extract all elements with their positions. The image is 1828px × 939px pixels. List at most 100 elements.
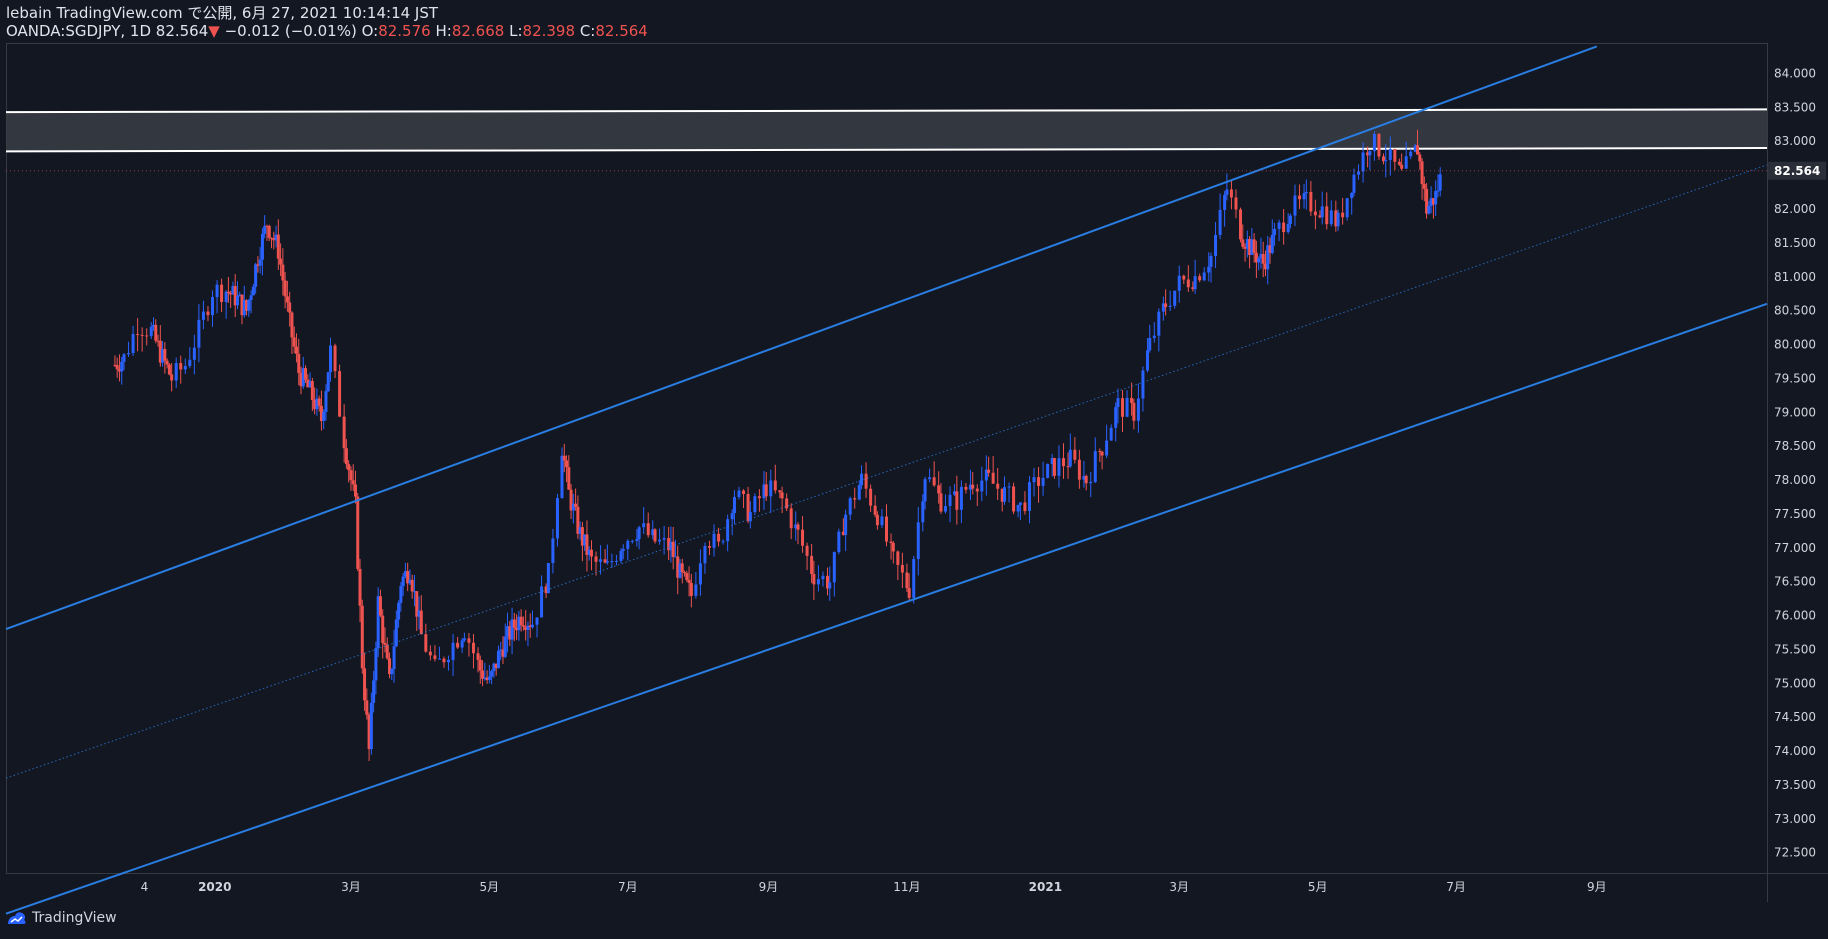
candle-body	[1416, 145, 1420, 155]
candle-body	[1041, 477, 1045, 486]
candle-body	[167, 364, 171, 375]
candle-body	[310, 381, 314, 400]
candle-body	[1377, 134, 1381, 157]
candle-body	[188, 359, 192, 367]
candle-body	[512, 619, 516, 628]
candle-body	[642, 523, 646, 528]
candle-body	[140, 334, 144, 336]
candle-body	[1368, 151, 1372, 156]
candle-body	[1157, 311, 1161, 336]
last-price-label: 82.564	[1774, 164, 1820, 178]
candle-body	[857, 485, 861, 500]
price-tick-label: 73.500	[1774, 778, 1816, 792]
price-tick-label: 78.000	[1774, 473, 1816, 487]
candle-body	[1223, 194, 1227, 210]
candle-body	[1434, 191, 1438, 205]
candle-body	[1397, 161, 1401, 165]
candle-body	[1225, 189, 1229, 195]
candle-body	[1320, 206, 1324, 218]
candle-body	[1018, 502, 1022, 505]
candle-body	[687, 579, 691, 583]
candle-body	[322, 411, 326, 422]
plot-border	[6, 43, 1768, 874]
candle-body	[154, 324, 158, 341]
candle-body	[619, 550, 623, 561]
candle-body	[1288, 215, 1292, 224]
candle-body	[1105, 440, 1109, 456]
candle-body	[211, 297, 215, 316]
candle-body	[288, 302, 292, 313]
candle-body	[812, 573, 816, 585]
candle-body	[662, 538, 666, 540]
candle-body	[224, 291, 228, 302]
candle-body	[374, 648, 378, 681]
candle-body	[279, 258, 283, 265]
candle-body	[721, 541, 725, 543]
price-tick-label: 72.500	[1774, 846, 1816, 860]
candle-body	[399, 586, 403, 603]
footer-brand[interactable]: TradingView	[32, 910, 117, 926]
candle-body	[344, 448, 348, 465]
candle-body	[201, 311, 205, 320]
candle-body	[837, 531, 841, 553]
candle-body	[451, 642, 455, 660]
candle-body	[294, 346, 298, 354]
candle-body	[1357, 171, 1361, 175]
candle-body	[220, 284, 224, 302]
candle-body	[555, 498, 559, 539]
candle-body	[1252, 239, 1256, 253]
candle-body	[1132, 402, 1136, 421]
candle-body	[530, 624, 534, 628]
candle-body	[326, 372, 330, 392]
candle-body	[742, 490, 746, 494]
candle-body	[1173, 290, 1177, 306]
candle-body	[546, 563, 550, 594]
candle-body	[1302, 193, 1306, 200]
candle-body	[991, 472, 995, 484]
candle-body	[467, 638, 471, 643]
candle-body	[1234, 197, 1238, 210]
candle-body	[1241, 239, 1245, 247]
candle-body	[1404, 156, 1408, 169]
candle-body	[258, 259, 262, 266]
candle-body	[1093, 451, 1097, 482]
price-tick-label: 76.500	[1774, 575, 1816, 589]
price-chart[interactable]: 72.500 73.000 73.500 74.000 74.500 75.000 75.5…	[0, 0, 1828, 939]
candle-body	[165, 360, 169, 365]
candle-body	[1393, 149, 1397, 162]
candle-body	[996, 483, 1000, 489]
candle-body	[646, 523, 650, 536]
candle-body	[975, 488, 979, 492]
time-tick-label: 7月	[1446, 880, 1466, 894]
resistance-zone	[6, 109, 1767, 152]
candle-body	[490, 671, 494, 677]
candle-body	[1352, 174, 1356, 193]
candle-body	[689, 582, 693, 596]
candle-body	[535, 617, 539, 625]
candle-body	[174, 363, 178, 381]
candle-body	[1436, 190, 1440, 192]
candle-body	[1186, 279, 1190, 288]
candle-body	[496, 650, 500, 669]
candle-body	[1293, 195, 1297, 216]
candle-body	[864, 473, 868, 489]
candle-body	[932, 477, 936, 486]
candle-body	[1168, 305, 1172, 308]
candle-body	[136, 334, 140, 336]
candle-body	[519, 616, 523, 626]
candle-body	[401, 576, 405, 587]
candle-body	[959, 486, 963, 510]
candle-body	[127, 353, 131, 355]
candle-body	[1125, 397, 1129, 417]
candle-body	[1062, 458, 1066, 467]
candle-body	[383, 643, 387, 645]
candle-body	[880, 516, 884, 526]
price-tick-label: 77.500	[1774, 507, 1816, 521]
price-tick-label: 79.500	[1774, 371, 1816, 385]
price-tick-label: 78.500	[1774, 439, 1816, 453]
candle-body	[717, 533, 721, 542]
candle-body	[885, 516, 888, 542]
candle-body	[260, 233, 264, 260]
candle-body	[769, 480, 773, 497]
candle-body	[351, 480, 355, 485]
